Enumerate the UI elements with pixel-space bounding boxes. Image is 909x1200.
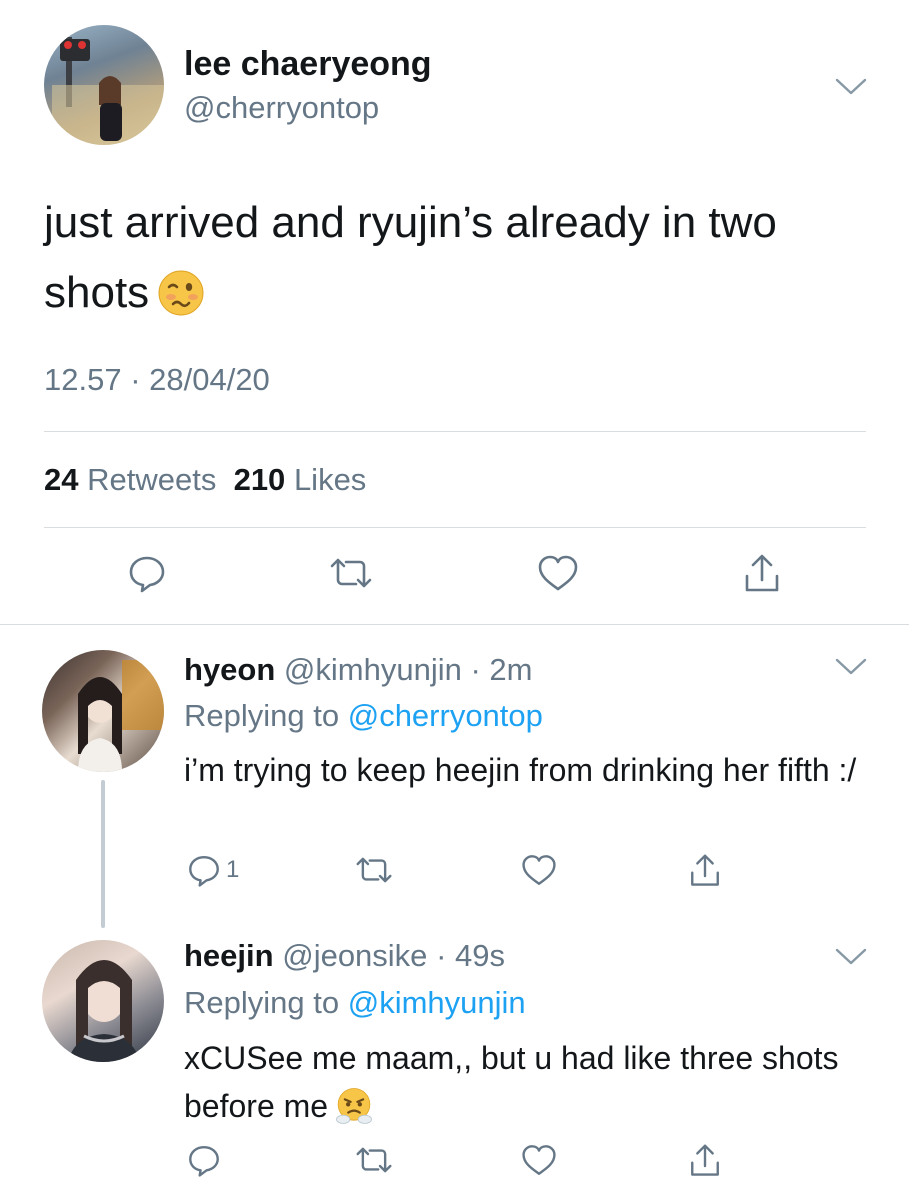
retweet-button[interactable] bbox=[352, 852, 396, 888]
author-handle[interactable]: @cherryontop bbox=[184, 90, 379, 126]
chevron-down-icon[interactable] bbox=[834, 76, 868, 98]
author-name[interactable]: lee chaeryeong bbox=[184, 45, 432, 84]
share-button[interactable] bbox=[688, 852, 722, 890]
like-button[interactable] bbox=[520, 852, 558, 888]
share-icon bbox=[688, 852, 722, 890]
reply-time[interactable]: · 2m bbox=[470, 652, 532, 687]
tweet-thread: lee chaeryeong @cherryontop just arrived… bbox=[0, 0, 909, 1200]
reply-time[interactable]: · 49s bbox=[436, 938, 505, 973]
divider bbox=[0, 624, 909, 625]
chevron-down-icon[interactable] bbox=[834, 946, 868, 968]
tweet-timestamp[interactable]: 12.57 · 28/04/20 bbox=[44, 362, 270, 398]
likes-count[interactable]: 210 bbox=[234, 462, 286, 497]
reply-header: heejin @jeonsike · 49s bbox=[184, 938, 505, 974]
reply-icon bbox=[126, 552, 168, 594]
retweet-icon bbox=[326, 552, 376, 594]
reply-author-name[interactable]: hyeon bbox=[184, 652, 275, 687]
like-icon bbox=[520, 852, 558, 888]
reply-button[interactable]: 1 bbox=[186, 852, 239, 888]
reply-icon bbox=[186, 1142, 222, 1178]
reply-count: 1 bbox=[226, 856, 240, 883]
reply-text: xCUSee me maam,, but u had like three sh… bbox=[184, 1034, 874, 1130]
reply-text: i’m trying to keep heejin from drinking … bbox=[184, 752, 857, 788]
reply-button[interactable] bbox=[126, 552, 168, 594]
retweet-icon bbox=[352, 1142, 396, 1178]
main-tweet: lee chaeryeong @cherryontop just arrived… bbox=[0, 0, 909, 625]
retweet-icon bbox=[352, 852, 396, 888]
divider bbox=[44, 527, 866, 528]
avatar[interactable] bbox=[42, 940, 164, 1062]
reply-header: hyeon @kimhyunjin · 2m bbox=[184, 652, 532, 688]
reply-icon bbox=[186, 852, 222, 888]
share-icon bbox=[742, 552, 782, 596]
like-icon bbox=[536, 552, 580, 594]
tweet-text-content: just arrived and ryujin’s already in two… bbox=[44, 198, 777, 317]
replying-to-label: Replying to bbox=[184, 698, 340, 733]
tweet-text: just arrived and ryujin’s already in two… bbox=[44, 188, 864, 328]
replying-to: Replying to @kimhyunjin bbox=[184, 985, 526, 1021]
replying-to: Replying to @cherryontop bbox=[184, 698, 543, 734]
avatar[interactable] bbox=[42, 650, 164, 772]
share-icon bbox=[688, 1142, 722, 1180]
divider bbox=[44, 431, 866, 432]
avatar[interactable] bbox=[44, 25, 164, 145]
woozy-face-emoji-icon bbox=[157, 268, 205, 316]
reply-actions: 1 bbox=[0, 852, 909, 902]
reply-text-content: xCUSee me maam,, but u had like three sh… bbox=[184, 1040, 839, 1124]
like-icon bbox=[520, 1142, 558, 1178]
likes-label[interactable]: Likes bbox=[294, 462, 366, 497]
share-button[interactable] bbox=[688, 1142, 722, 1180]
retweet-button[interactable] bbox=[352, 1142, 396, 1178]
reply-button[interactable] bbox=[186, 1142, 226, 1178]
replying-to-handle[interactable]: @cherryontop bbox=[348, 698, 543, 733]
retweet-button[interactable] bbox=[326, 552, 376, 594]
reply-author-handle[interactable]: @jeonsike bbox=[282, 938, 427, 973]
like-button[interactable] bbox=[536, 552, 580, 594]
engagement-stats: 24 Retweets 210 Likes bbox=[44, 462, 366, 498]
replying-to-handle[interactable]: @kimhyunjin bbox=[348, 985, 526, 1020]
reply-author-name[interactable]: heejin bbox=[184, 938, 274, 973]
retweets-count[interactable]: 24 bbox=[44, 462, 78, 497]
main-tweet-actions bbox=[0, 552, 909, 602]
face-with-steam-from-nose-emoji-icon bbox=[334, 1086, 374, 1126]
like-button[interactable] bbox=[520, 1142, 558, 1178]
replying-to-label: Replying to bbox=[184, 985, 340, 1020]
retweets-label[interactable]: Retweets bbox=[87, 462, 216, 497]
chevron-down-icon[interactable] bbox=[834, 656, 868, 678]
share-button[interactable] bbox=[742, 552, 782, 596]
reply-author-handle[interactable]: @kimhyunjin bbox=[284, 652, 462, 687]
reply-actions bbox=[0, 1142, 909, 1192]
